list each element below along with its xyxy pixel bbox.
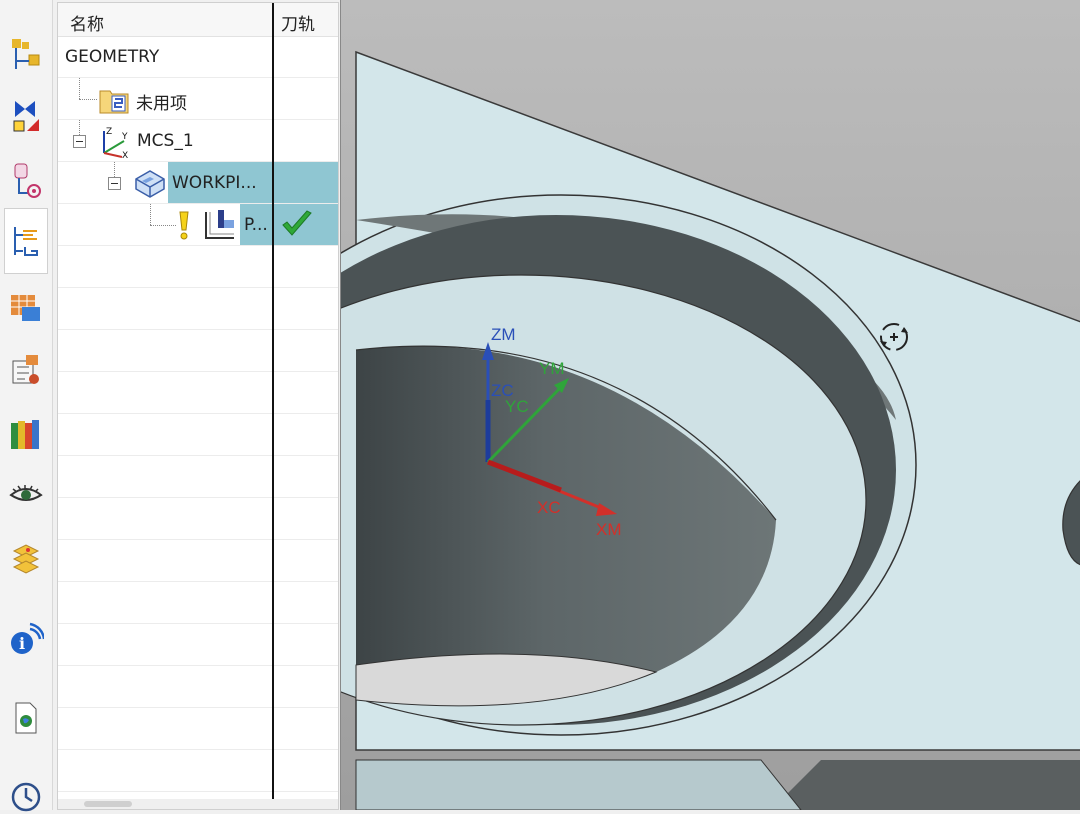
axis-label-xc: XC [537, 498, 561, 517]
svg-text:Z: Z [106, 127, 112, 137]
checkmark-icon [280, 209, 314, 243]
method-icon[interactable] [6, 160, 46, 200]
collapse-toggle[interactable] [108, 177, 121, 190]
tree-node-label: WORKPI... [172, 173, 257, 193]
operation-navigator: 名称 刀轨 GEOMETRY 未用项 ZY X MCS_1 WORKPI... P… [57, 2, 339, 810]
empty-row [58, 372, 338, 414]
operation-navigator-icon[interactable] [4, 208, 48, 274]
machine-tool-icon[interactable] [6, 286, 46, 326]
warning-icon [176, 208, 192, 246]
tree-node-label: P... [244, 215, 268, 235]
empty-row [58, 624, 338, 666]
folder-icon [98, 85, 130, 119]
resource-bar: i [0, 0, 53, 812]
axis-label-yc: YC [505, 397, 529, 416]
tree-row-mcs[interactable]: ZY X MCS_1 [58, 120, 338, 163]
svg-text:i: i [19, 634, 25, 653]
workpiece-icon [132, 167, 168, 203]
column-header: 名称 刀轨 [58, 3, 338, 37]
axis-label-ym: YM [539, 359, 565, 378]
column-divider[interactable] [272, 3, 274, 803]
operation-icon [202, 208, 238, 246]
empty-row [58, 456, 338, 498]
horizontal-scrollbar[interactable] [58, 799, 338, 809]
part-model: ZM ZC YM YC XC XM [341, 0, 1080, 810]
information-icon[interactable]: i [6, 620, 46, 660]
svg-text:X: X [122, 151, 128, 159]
empty-row [58, 414, 338, 456]
empty-row [58, 288, 338, 330]
empty-row [58, 540, 338, 582]
axis-label-zm: ZM [491, 325, 516, 344]
tree-node-label: GEOMETRY [65, 47, 160, 67]
tree-node-label: 未用项 [136, 94, 187, 114]
svg-text:Y: Y [121, 132, 128, 142]
tree-row-operation[interactable]: P... [58, 204, 338, 246]
empty-row [58, 708, 338, 750]
geometry-icon[interactable] [6, 96, 46, 136]
scrollbar-thumb[interactable] [84, 801, 132, 807]
library-icon[interactable] [6, 414, 46, 454]
history-icon[interactable] [6, 774, 46, 814]
view-icon[interactable] [6, 474, 46, 514]
tree-connector [150, 225, 176, 226]
column-name-header[interactable]: 名称 [70, 10, 104, 35]
empty-row [58, 666, 338, 708]
collapse-toggle[interactable] [73, 135, 86, 148]
empty-row [58, 330, 338, 372]
tree-connector [79, 78, 80, 99]
empty-row [58, 498, 338, 540]
tree-connector [150, 204, 151, 225]
empty-row [58, 582, 338, 624]
axis-label-xm: XM [596, 520, 622, 539]
empty-row [58, 750, 338, 792]
document-icon[interactable] [6, 698, 46, 738]
tree-connector [79, 99, 97, 100]
graphics-window[interactable]: ZM ZC YM YC XC XM [340, 0, 1080, 810]
empty-row [58, 246, 338, 288]
feature-icon[interactable] [6, 538, 46, 578]
mcs-coordinate-icon: ZY X [98, 125, 132, 163]
tree-row-geometry[interactable]: GEOMETRY [58, 36, 338, 78]
tree-row-unused-items[interactable]: 未用项 [58, 78, 338, 120]
program-icon[interactable] [6, 350, 46, 390]
tree-node-label: MCS_1 [137, 131, 194, 151]
operation-icon[interactable] [6, 34, 46, 74]
column-toolpath-header[interactable]: 刀轨 [281, 10, 315, 35]
tree-row-workpiece[interactable]: WORKPI... [58, 162, 338, 204]
